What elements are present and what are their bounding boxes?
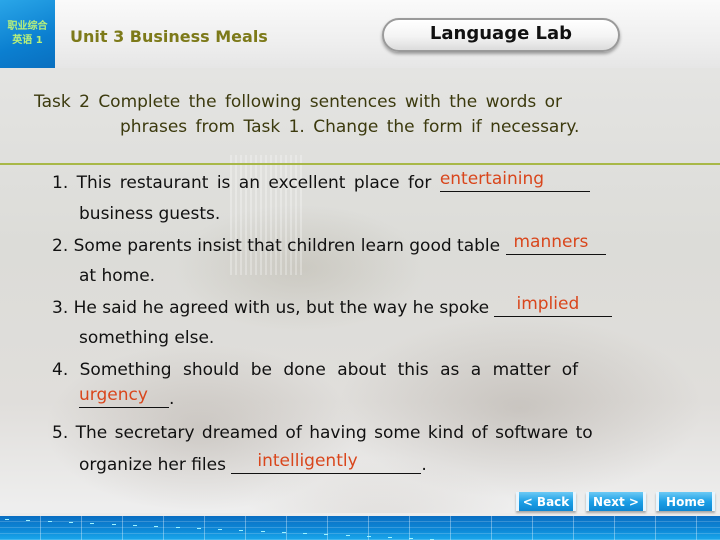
footer-decoration <box>154 526 158 527</box>
footer-decoration <box>90 523 94 524</box>
task-instructions: Task 2 Complete the following sentences … <box>34 90 674 140</box>
divider <box>0 163 720 165</box>
item-number: 3. <box>52 298 69 318</box>
footer-decoration <box>133 525 137 526</box>
answer-text: urgency <box>79 385 148 405</box>
exercise-item-2-cont: at home. <box>79 266 155 286</box>
item-text: The secretary dreamed of having some kin… <box>75 423 593 443</box>
course-logo: 职业综合 英语 1 <box>0 0 55 68</box>
answer-blank[interactable]: manners <box>505 232 606 255</box>
footer-decoration <box>48 521 52 522</box>
answer-blank[interactable]: implied <box>494 294 613 317</box>
task-line2: phrases from Task 1. Change the form if … <box>120 117 580 137</box>
logo-line1: 职业综合 <box>7 21 48 32</box>
footer-decoration <box>367 536 371 537</box>
item-text: Something should be done about this as a… <box>79 360 579 380</box>
answer-text: implied <box>516 294 580 314</box>
exercise-item-1-cont: business guests. <box>79 204 220 224</box>
footer-decoration <box>218 529 222 530</box>
exercise-item-2: 2. Some parents insist that children lea… <box>52 232 606 256</box>
next-button[interactable]: Next > <box>586 492 646 511</box>
item-text: . <box>169 389 175 409</box>
answer-blank[interactable]: urgency <box>79 385 169 408</box>
footer-decoration <box>239 530 243 531</box>
unit-title: Unit 3 Business Meals <box>70 27 268 46</box>
exercise-item-1: 1. This restaurant is an excellent place… <box>52 169 590 193</box>
item-number: 2. <box>52 236 69 256</box>
header-bar: 职业综合 英语 1 Unit 3 Business Meals Language… <box>0 0 720 68</box>
item-number: 5. <box>52 423 69 443</box>
exercise-item-5-cont: organize her files intelligently . <box>79 451 427 475</box>
exercise-item-4-cont: urgency . <box>79 385 175 409</box>
exercise-item-3-cont: something else. <box>79 328 214 348</box>
back-button[interactable]: < Back <box>516 492 576 511</box>
answer-blank[interactable]: intelligently <box>231 451 422 474</box>
footer-decoration <box>112 524 116 525</box>
home-button[interactable]: Home <box>656 492 715 511</box>
answer-text: entertaining <box>439 169 545 189</box>
footer-decoration <box>26 520 30 521</box>
item-text: This restaurant is an excellent place fo… <box>76 173 432 193</box>
item-number: 4. <box>52 360 69 380</box>
footer-decoration <box>303 533 307 534</box>
item-text: at home. <box>79 266 156 286</box>
exercise-item-5: 5. The secretary dreamed of having some … <box>52 423 593 443</box>
item-text: Some parents insist that children learn … <box>73 236 501 256</box>
answer-text: manners <box>513 232 589 252</box>
footer-decoration <box>261 531 265 532</box>
footer-decoration <box>69 522 73 523</box>
footer-decoration <box>282 532 286 533</box>
footer-decoration <box>346 535 350 536</box>
item-text: business guests. <box>79 204 221 224</box>
answer-blank[interactable]: entertaining <box>439 169 590 192</box>
footer-decoration <box>197 528 201 529</box>
exercise-item-4: 4. Something should be done about this a… <box>52 360 578 380</box>
item-text: He said he agreed with us, but the way h… <box>73 298 490 318</box>
section-badge: Language Lab <box>382 18 620 52</box>
answer-text: intelligently <box>257 451 358 471</box>
footer-decoration <box>388 537 392 538</box>
footer-decoration <box>324 534 328 535</box>
item-number: 1. <box>52 173 69 193</box>
exercise-item-3: 3. He said he agreed with us, but the wa… <box>52 294 613 318</box>
footer-bar <box>0 516 720 540</box>
footer-decoration <box>5 519 9 520</box>
footer-decoration <box>176 527 180 528</box>
item-text: something else. <box>79 328 215 348</box>
item-text: organize her files <box>79 455 226 475</box>
logo-line2: 英语 1 <box>12 35 43 46</box>
task-line1: Task 2 Complete the following sentences … <box>34 92 563 112</box>
footer-decoration <box>409 538 413 539</box>
item-text: . <box>421 455 427 475</box>
